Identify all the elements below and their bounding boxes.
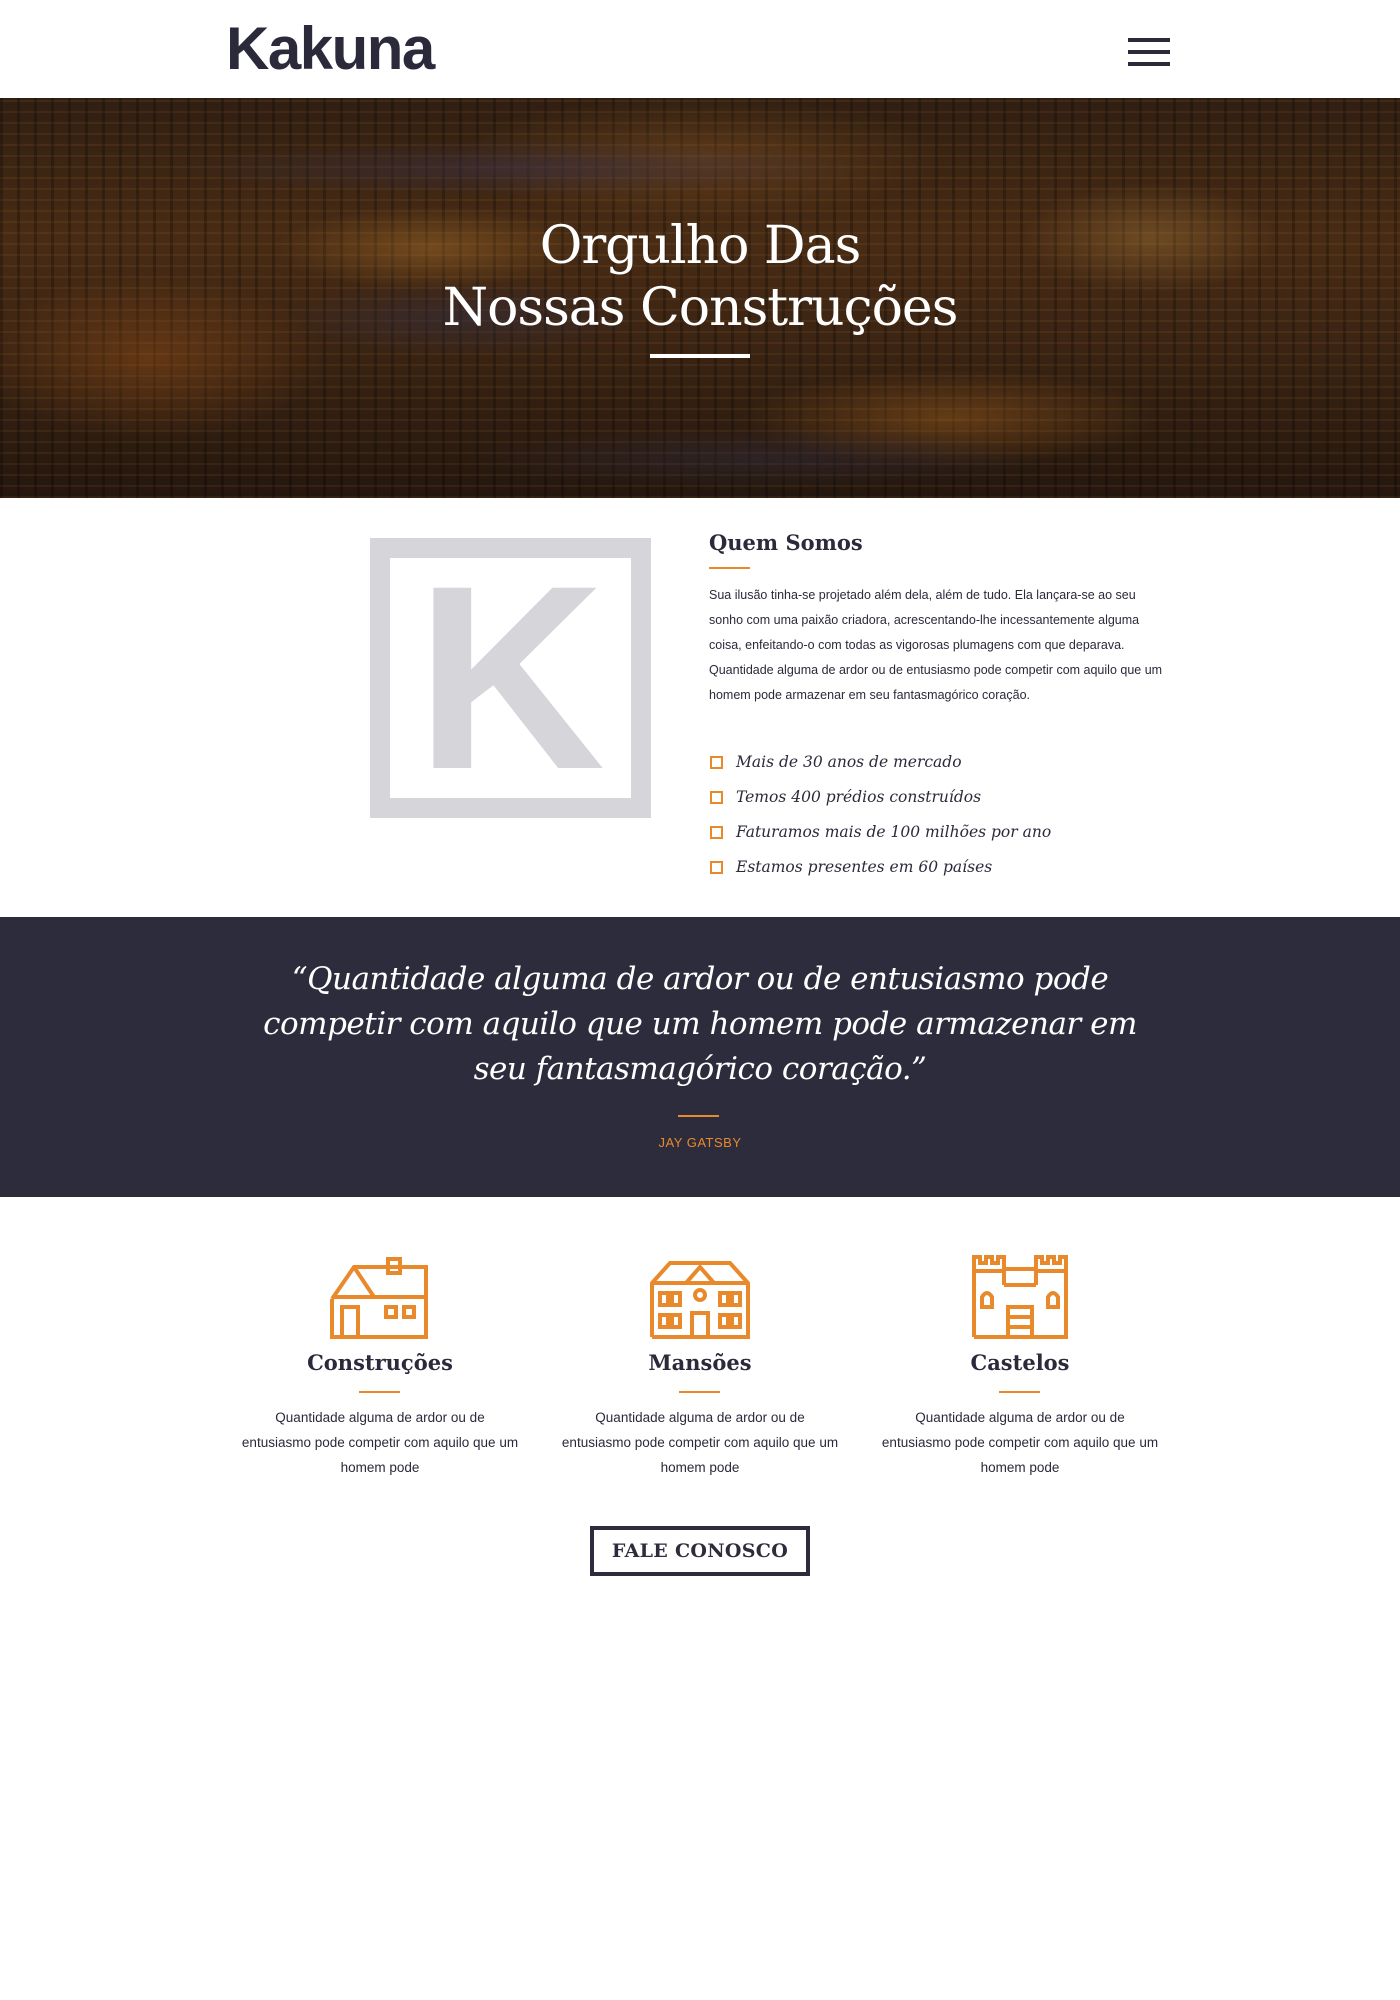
- feature-label: Faturamos mais de 100 milhões por ano: [736, 823, 1052, 841]
- quote-text: “Quantidade alguma de ardor ou de entusi…: [263, 961, 1137, 1087]
- logo-letter: K: [415, 531, 606, 824]
- feature-label: Mais de 30 anos de mercado: [736, 753, 962, 771]
- checkbox-square-icon: [710, 791, 723, 804]
- mansion-icon: [650, 1261, 750, 1339]
- house-icon: [330, 1257, 428, 1339]
- castle-icon: [972, 1255, 1068, 1339]
- menu-bar: [1128, 62, 1170, 66]
- checkbox-square-icon: [710, 756, 723, 769]
- service-title: Castelos: [970, 1350, 1070, 1375]
- feature-item: Faturamos mais de 100 milhões por ano: [709, 819, 1051, 854]
- contact-button[interactable]: FALE CONOSCO: [590, 1526, 810, 1576]
- feature-item: Mais de 30 anos de mercado: [709, 749, 1051, 784]
- service-card-mansoes: Mansões Quantidade alguma de ardor ou de…: [555, 1255, 845, 1475]
- site-header: Kakuna: [0, 0, 1400, 98]
- hero-title-line: Orgulho Das: [539, 216, 862, 276]
- feature-label: Temos 400 prédios construídos: [736, 788, 982, 806]
- hero-divider: [650, 354, 750, 358]
- about-title: Quem Somos: [709, 530, 863, 555]
- site-logo[interactable]: Kakuna: [226, 14, 435, 84]
- about-text: Sua ilusão tinha-se projetado além dela,…: [709, 588, 1163, 702]
- hamburger-menu-icon[interactable]: [1128, 38, 1170, 66]
- service-title: Mansões: [648, 1350, 752, 1375]
- quote-section: “Quantidade alguma de ardor ou de entusi…: [0, 917, 1400, 1197]
- menu-bar: [1128, 38, 1170, 42]
- checkbox-square-icon: [710, 826, 723, 839]
- feature-label: Estamos presentes em 60 países: [736, 858, 993, 876]
- feature-item: Estamos presentes em 60 países: [709, 854, 1051, 889]
- service-card-castelos: Castelos Quantidade alguma de ardor ou d…: [875, 1255, 1165, 1475]
- service-divider: [359, 1391, 400, 1393]
- company-logo-mark: K: [370, 538, 651, 818]
- service-divider: [999, 1391, 1040, 1393]
- logo-inner-frame: K: [390, 531, 631, 824]
- hero-banner: Orgulho Das Nossas Construções: [0, 98, 1400, 498]
- quote-divider: [678, 1115, 719, 1117]
- service-text: Quantidade alguma de ardor ou de entusia…: [881, 1410, 1159, 1475]
- service-divider: [679, 1391, 720, 1393]
- checkbox-square-icon: [710, 861, 723, 874]
- hero-title: Orgulho Das Nossas Construções: [0, 215, 1400, 339]
- menu-bar: [1128, 50, 1170, 54]
- service-text: Quantidade alguma de ardor ou de entusia…: [561, 1410, 839, 1475]
- service-title: Construções: [307, 1350, 453, 1375]
- features-list: Mais de 30 anos de mercado Temos 400 pré…: [709, 749, 1051, 889]
- service-card-construcoes: Construções Quantidade alguma de ardor o…: [235, 1255, 525, 1475]
- quote-author: JAY GATSBY: [658, 1135, 742, 1150]
- hero-title-line: Nossas Construções: [442, 278, 959, 338]
- service-text: Quantidade alguma de ardor ou de entusia…: [241, 1410, 519, 1475]
- about-divider: [709, 567, 750, 569]
- feature-item: Temos 400 prédios construídos: [709, 784, 1051, 819]
